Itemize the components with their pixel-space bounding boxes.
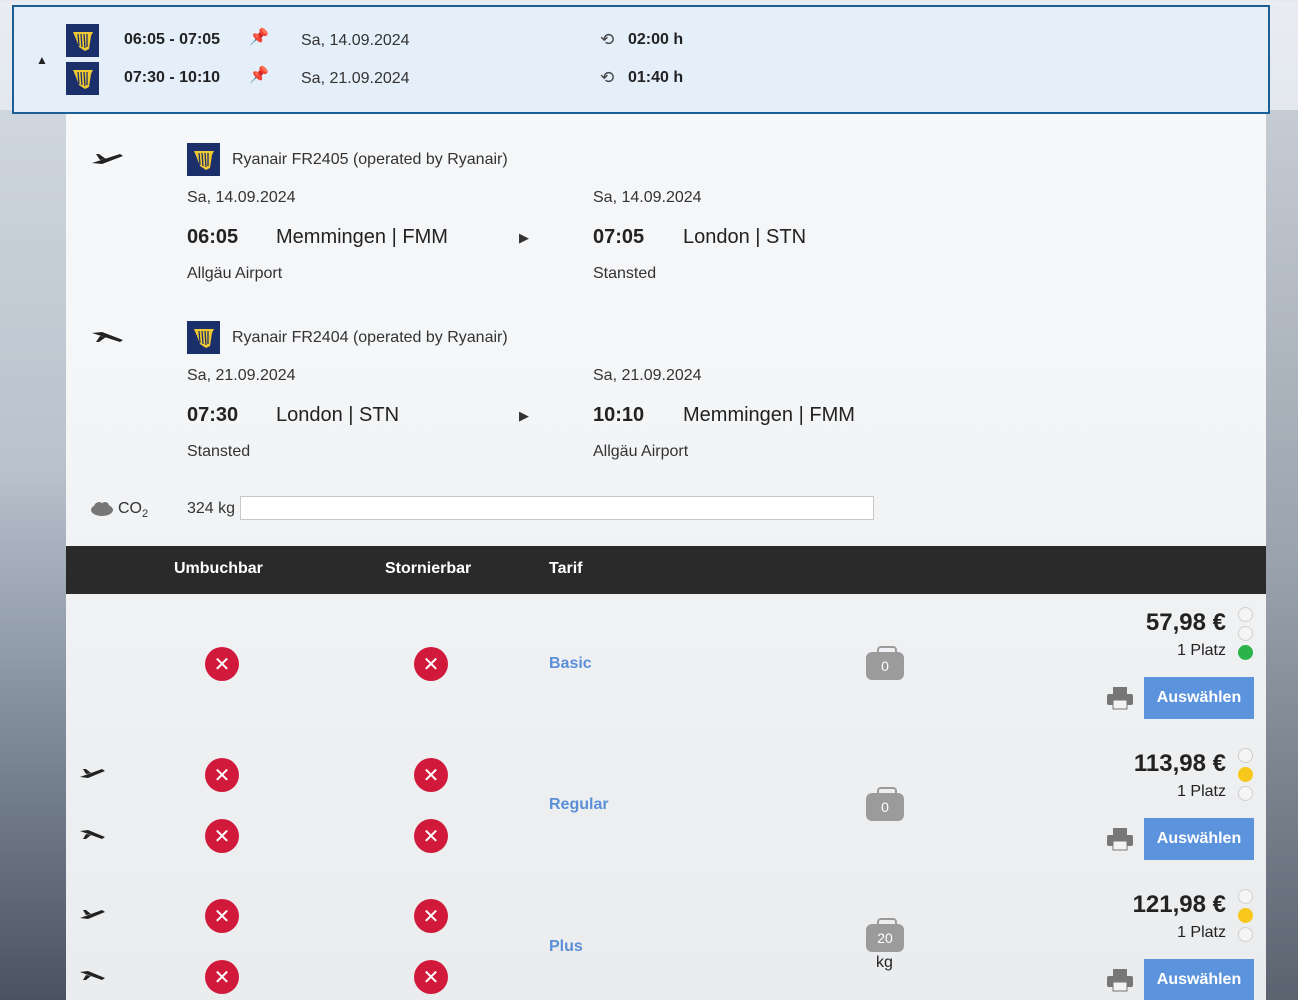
seats-basic: 1 Platz (1177, 642, 1226, 659)
outbound-date: Sa, 14.09.2024 (301, 32, 410, 49)
inbound-dep-date: Sa, 21.09.2024 (187, 367, 296, 384)
availability-dot (1238, 607, 1253, 622)
not-cancellable-icon: ✕ (414, 758, 448, 792)
outbound-arr-airport: Stansted (593, 265, 657, 282)
not-rebookable-icon: ✕ (205, 899, 239, 933)
flight-summary[interactable]: ▲ 06:05 - 07:05 📌 Sa, 14.09.2024 ⟲ 02:00… (12, 5, 1270, 114)
arrival-plane-icon (80, 830, 105, 839)
inbound-duration: 01:40 h (628, 69, 684, 86)
cloud-icon (91, 502, 113, 516)
fare-price-basic: 57,98 € (1145, 609, 1226, 636)
fare-price-regular: 113,98 € (1133, 750, 1226, 777)
arrow-right-icon: ▶ (519, 408, 529, 423)
pin-icon: 📌 (249, 29, 269, 46)
not-rebookable-icon: ✕ (205, 647, 239, 681)
availability-dot (1238, 927, 1253, 942)
duration-clock-icon: ⟲ (600, 30, 615, 49)
departure-plane-icon (80, 769, 105, 778)
ryanair-logo-icon (66, 62, 99, 95)
co2-value: 324 kg (187, 500, 236, 517)
not-cancellable-icon: ✕ (414, 899, 448, 933)
availability-dot-yellow (1238, 908, 1253, 923)
baggage-icon: 0 (866, 787, 904, 821)
not-cancellable-icon: ✕ (414, 819, 448, 853)
fare-name-regular[interactable]: Regular (549, 796, 609, 814)
inbound-dep-time: 07:30 (187, 404, 239, 426)
outbound-dep-airport: Allgäu Airport (187, 265, 283, 282)
header-tarif: Tarif (549, 560, 583, 577)
not-cancellable-icon: ✕ (414, 960, 448, 994)
availability-dot-yellow (1238, 767, 1253, 782)
baggage-icon: 20 (866, 918, 904, 952)
not-rebookable-icon: ✕ (205, 960, 239, 994)
availability-dot-green (1238, 645, 1253, 660)
background-photo-right (1266, 110, 1298, 1000)
printer-icon[interactable] (1106, 827, 1134, 851)
departure-plane-icon (92, 154, 123, 164)
fare-name-basic[interactable]: Basic (549, 655, 592, 673)
availability-dot (1238, 626, 1253, 641)
fare-price-plus: 121,98 € (1132, 891, 1226, 918)
outbound-dep-time: 06:05 (187, 226, 239, 248)
departure-plane-icon (80, 910, 105, 919)
seats-plus: 1 Platz (1177, 924, 1226, 941)
inbound-arr-date: Sa, 21.09.2024 (593, 367, 702, 384)
background-photo-left (0, 110, 66, 1000)
baggage-unit: kg (876, 954, 893, 971)
inbound-date: Sa, 21.09.2024 (301, 70, 410, 87)
outbound-times: 06:05 - 07:05 (124, 31, 221, 48)
printer-icon[interactable] (1106, 968, 1134, 992)
ryanair-logo-icon (187, 143, 220, 176)
select-regular-button[interactable]: Auswählen (1144, 818, 1254, 860)
not-cancellable-icon: ✕ (414, 647, 448, 681)
inbound-dep-airport: Stansted (187, 443, 251, 460)
select-plus-button[interactable]: Auswählen (1144, 959, 1254, 1000)
outbound-dep-date: Sa, 14.09.2024 (187, 189, 296, 206)
not-rebookable-icon: ✕ (205, 819, 239, 853)
ryanair-logo-icon (187, 321, 220, 354)
outbound-duration: 02:00 h (628, 31, 684, 48)
outbound-arr-city: London | STN (683, 226, 807, 248)
baggage-icon: 0 (866, 646, 904, 680)
outbound-arr-date: Sa, 14.09.2024 (593, 189, 702, 206)
select-basic-button[interactable]: Auswählen (1144, 677, 1254, 719)
availability-dot (1238, 748, 1253, 763)
inbound-arr-time: 10:10 (593, 404, 645, 426)
outbound-dep-city: Memmingen | FMM (276, 226, 448, 248)
ryanair-logo-icon (66, 24, 99, 57)
header-umbuchbar: Umbuchbar (174, 560, 263, 577)
inbound-dep-city: London | STN (276, 404, 400, 426)
arrival-plane-icon (80, 971, 105, 980)
inbound-airline: Ryanair FR2404 (operated by Ryanair) (232, 329, 508, 346)
inbound-arr-airport: Allgäu Airport (593, 443, 689, 460)
outbound-airline: Ryanair FR2405 (operated by Ryanair) (232, 151, 508, 168)
not-rebookable-icon: ✕ (205, 758, 239, 792)
duration-clock-icon: ⟲ (600, 68, 615, 87)
collapse-caret-icon[interactable]: ▲ (36, 53, 48, 67)
inbound-arr-city: Memmingen | FMM (683, 404, 855, 426)
outbound-arr-time: 07:05 (593, 226, 645, 248)
availability-dot (1238, 889, 1253, 904)
co2-label: CO2 (118, 500, 149, 521)
seats-regular: 1 Platz (1177, 783, 1226, 800)
fare-table-header: Umbuchbar Stornierbar Tarif (66, 546, 1266, 594)
arrival-plane-icon (92, 332, 123, 342)
header-stornierbar: Stornierbar (385, 560, 472, 577)
co2-bar (240, 496, 874, 520)
availability-dot (1238, 786, 1253, 801)
printer-icon[interactable] (1106, 686, 1134, 710)
pin-icon: 📌 (249, 67, 269, 84)
arrow-right-icon: ▶ (519, 230, 529, 245)
inbound-times: 07:30 - 10:10 (124, 69, 221, 86)
fare-name-plus[interactable]: Plus (549, 938, 583, 956)
